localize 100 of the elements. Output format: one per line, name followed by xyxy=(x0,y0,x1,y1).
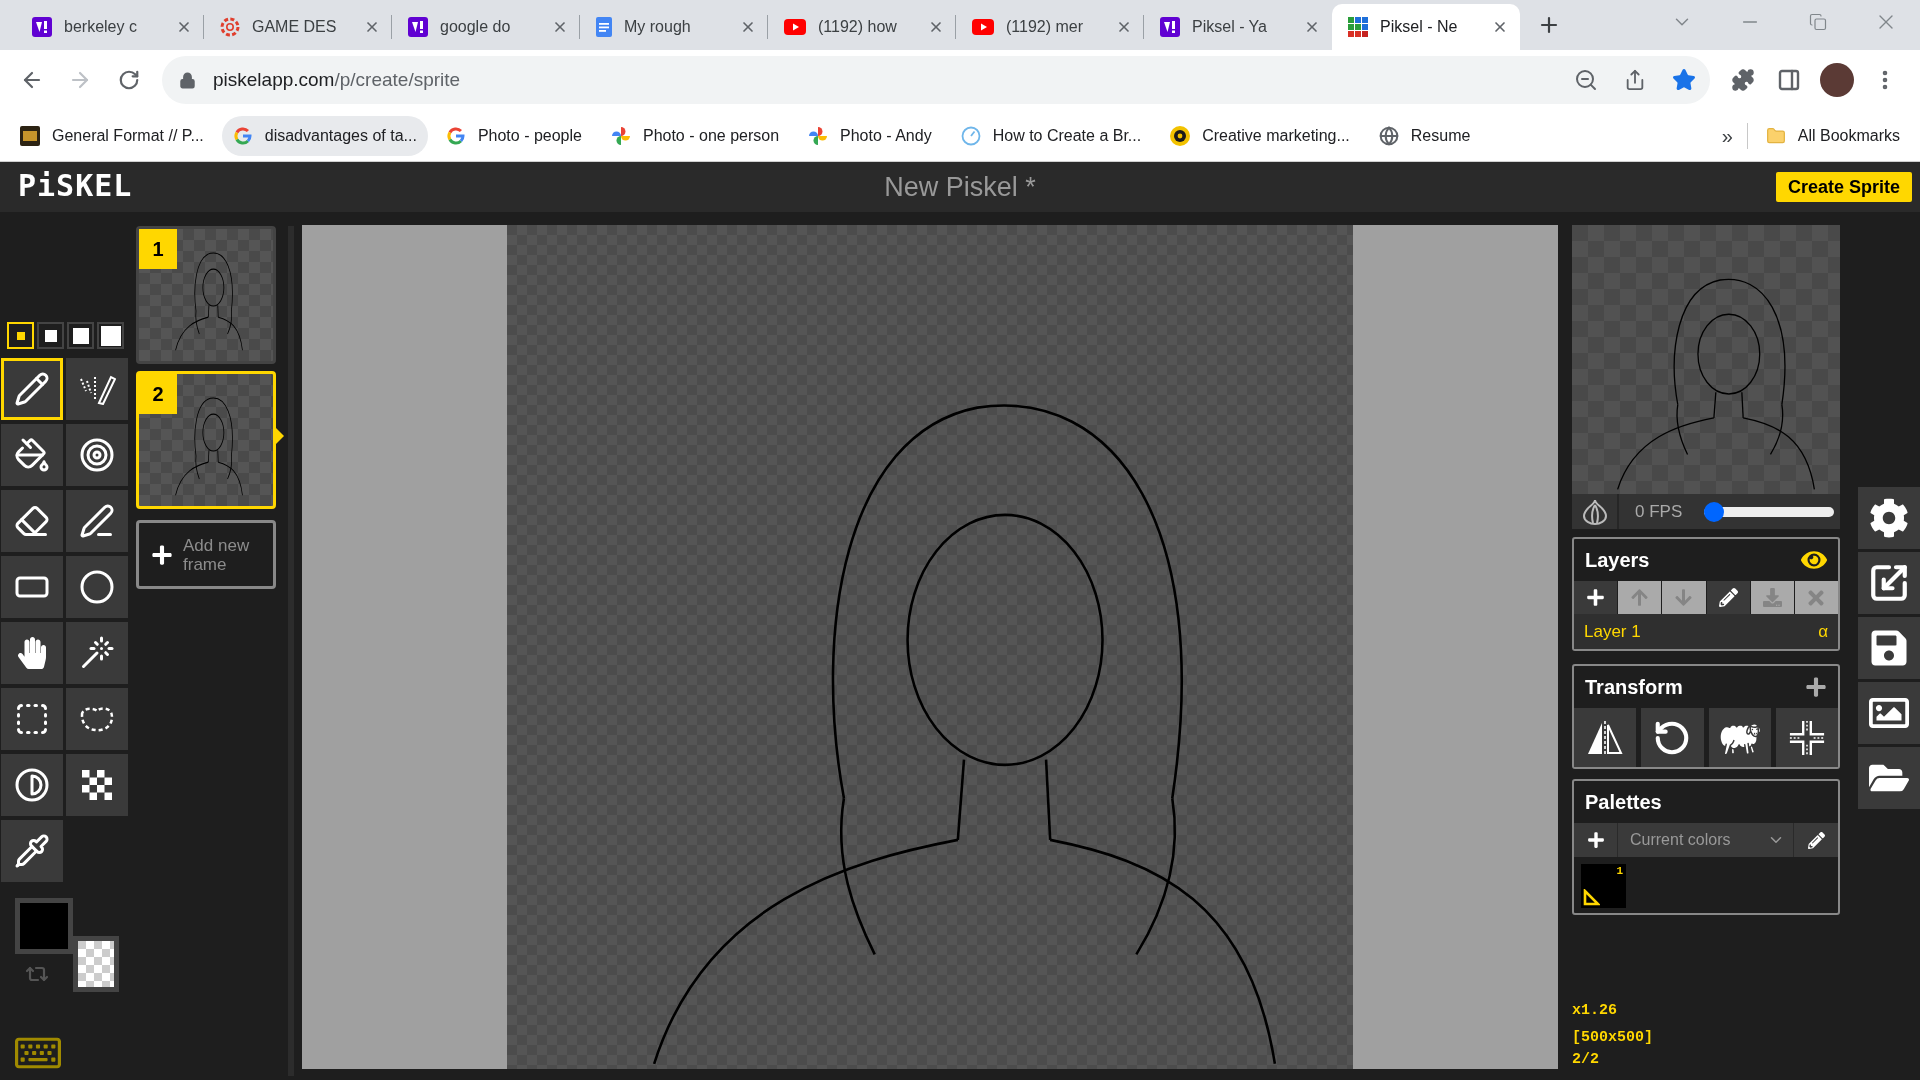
transform-button[interactable] xyxy=(1641,708,1704,767)
document-icon xyxy=(596,17,612,37)
add-frame-button[interactable]: Add new frame xyxy=(136,520,276,589)
zoom-out-icon[interactable] xyxy=(1574,68,1598,92)
settings-icon xyxy=(1869,498,1909,538)
save-button[interactable] xyxy=(1858,617,1920,679)
palette-color-swatch[interactable]: 1 xyxy=(1581,864,1626,908)
ring-logo-icon xyxy=(445,125,466,146)
square-logo-icon xyxy=(408,17,428,37)
tool-button[interactable] xyxy=(1,490,63,552)
open-button[interactable] xyxy=(1858,747,1920,809)
add-layer-button[interactable] xyxy=(1574,581,1618,614)
tool-button[interactable] xyxy=(1,358,63,420)
paint-bucket-icon xyxy=(14,437,50,473)
export-button[interactable] xyxy=(1858,682,1920,744)
eraser-icon xyxy=(14,503,50,539)
browser-tab[interactable]: My rough xyxy=(580,4,768,50)
close-icon[interactable] xyxy=(1492,19,1508,35)
plus-icon[interactable] xyxy=(1805,676,1827,698)
pinwheel-icon xyxy=(610,125,631,146)
browser-tab[interactable]: (1192) how xyxy=(768,4,956,50)
bookmark-item[interactable]: General Format // P... xyxy=(9,115,215,156)
pinwheel-icon xyxy=(808,125,829,146)
close-icon[interactable] xyxy=(176,19,192,35)
browser-tab[interactable]: berkeley c xyxy=(16,4,204,50)
bookmark-item[interactable]: Creative marketing... xyxy=(1159,115,1361,156)
bookmarks-overflow[interactable]: » xyxy=(1721,120,1733,151)
plus-icon xyxy=(1586,831,1605,849)
bookmark-item[interactable]: Photo - one person xyxy=(599,115,791,156)
bookmark-item[interactable]: Photo - people xyxy=(434,115,593,156)
slider-thumb[interactable] xyxy=(1704,501,1725,522)
restore-icon[interactable] xyxy=(1809,13,1827,31)
circle-icon xyxy=(79,569,115,605)
secondary-color-swatch[interactable] xyxy=(73,936,119,992)
size-square-icon xyxy=(44,329,57,342)
resize-button[interactable] xyxy=(1858,552,1920,614)
pointer-icon xyxy=(276,428,284,444)
mirror-pencils-icon xyxy=(78,373,116,405)
star-icon[interactable] xyxy=(1672,68,1696,92)
tool-button[interactable] xyxy=(1,622,63,684)
tool-button[interactable] xyxy=(1,754,63,816)
layer-row[interactable]: Layer 1 α xyxy=(1574,614,1838,649)
square-logo-icon xyxy=(1160,17,1180,37)
close-icon[interactable] xyxy=(740,19,756,35)
resize-icon xyxy=(1868,562,1910,604)
browser-tab[interactable]: Piksel - Ya xyxy=(1144,4,1332,50)
close-icon[interactable] xyxy=(552,19,568,35)
bookmark-item[interactable]: disadvantages of ta... xyxy=(221,115,428,156)
tool-button[interactable] xyxy=(1,688,63,750)
close-icon[interactable] xyxy=(364,19,380,35)
tool-button[interactable] xyxy=(66,424,128,486)
transform-button[interactable] xyxy=(1708,708,1771,767)
edit-layer-button[interactable] xyxy=(1706,581,1750,614)
document-title: New Piskel * xyxy=(884,170,1036,204)
play-icon xyxy=(972,19,994,35)
panel-title: Transform xyxy=(1585,675,1683,700)
tool-button[interactable] xyxy=(66,688,128,750)
profile-avatar[interactable] xyxy=(1820,63,1854,97)
share-icon[interactable] xyxy=(1624,69,1646,91)
primary-color-swatch[interactable] xyxy=(15,898,73,954)
eyedropper-icon xyxy=(14,833,50,869)
tool-button[interactable] xyxy=(66,490,128,552)
browser-tab[interactable]: (1192) mer xyxy=(956,4,1144,50)
pen-size-button[interactable] xyxy=(67,322,94,349)
tool-button[interactable] xyxy=(66,622,128,684)
bookmark-item[interactable]: Photo - Andy xyxy=(797,115,943,156)
fps-slider[interactable] xyxy=(1704,501,1834,522)
side-panel-icon[interactable] xyxy=(1777,68,1801,92)
tool-button[interactable] xyxy=(66,358,128,420)
create-sprite-button[interactable]: Create Sprite xyxy=(1775,172,1912,202)
pen-size-button[interactable] xyxy=(37,322,64,349)
all-bookmarks-button[interactable]: All Bookmarks xyxy=(1757,115,1908,156)
browser-tab[interactable]: google do xyxy=(392,4,580,50)
bookmark-item[interactable]: How to Create a Br... xyxy=(949,115,1153,156)
frame-thumbnail[interactable]: 1 xyxy=(136,226,276,364)
transform-button[interactable] xyxy=(1574,708,1637,767)
emblem-icon xyxy=(1170,125,1191,146)
lock-icon xyxy=(179,71,196,89)
dashed-rectangle-icon xyxy=(14,701,50,737)
pen-line-icon xyxy=(79,503,115,539)
ring-logo-icon xyxy=(232,125,253,146)
tool-button[interactable] xyxy=(1,424,63,486)
transform-button[interactable] xyxy=(1775,708,1838,767)
puzzle-icon[interactable] xyxy=(1731,68,1755,92)
arrow-up-icon xyxy=(1630,588,1650,607)
close-icon[interactable] xyxy=(928,19,944,35)
tool-button[interactable] xyxy=(1,820,63,882)
pen-size-button[interactable] xyxy=(97,322,124,349)
close-icon[interactable] xyxy=(1116,19,1132,35)
tool-button[interactable] xyxy=(66,556,128,618)
close-icon[interactable] xyxy=(1304,19,1320,35)
browser-tab[interactable]: GAME DES xyxy=(204,4,392,50)
settings-button[interactable] xyxy=(1858,487,1920,549)
bookmark-item[interactable]: Resume xyxy=(1367,115,1482,156)
status-text: 2/2 xyxy=(1572,1050,1600,1070)
browser-tab[interactable]: Piksel - Ne xyxy=(1332,4,1520,50)
address-bar[interactable]: piskelapp.com/p/create/sprite xyxy=(162,56,1710,104)
tool-button[interactable] xyxy=(66,754,128,816)
tool-button[interactable] xyxy=(1,556,63,618)
onion-icon xyxy=(1582,498,1607,525)
